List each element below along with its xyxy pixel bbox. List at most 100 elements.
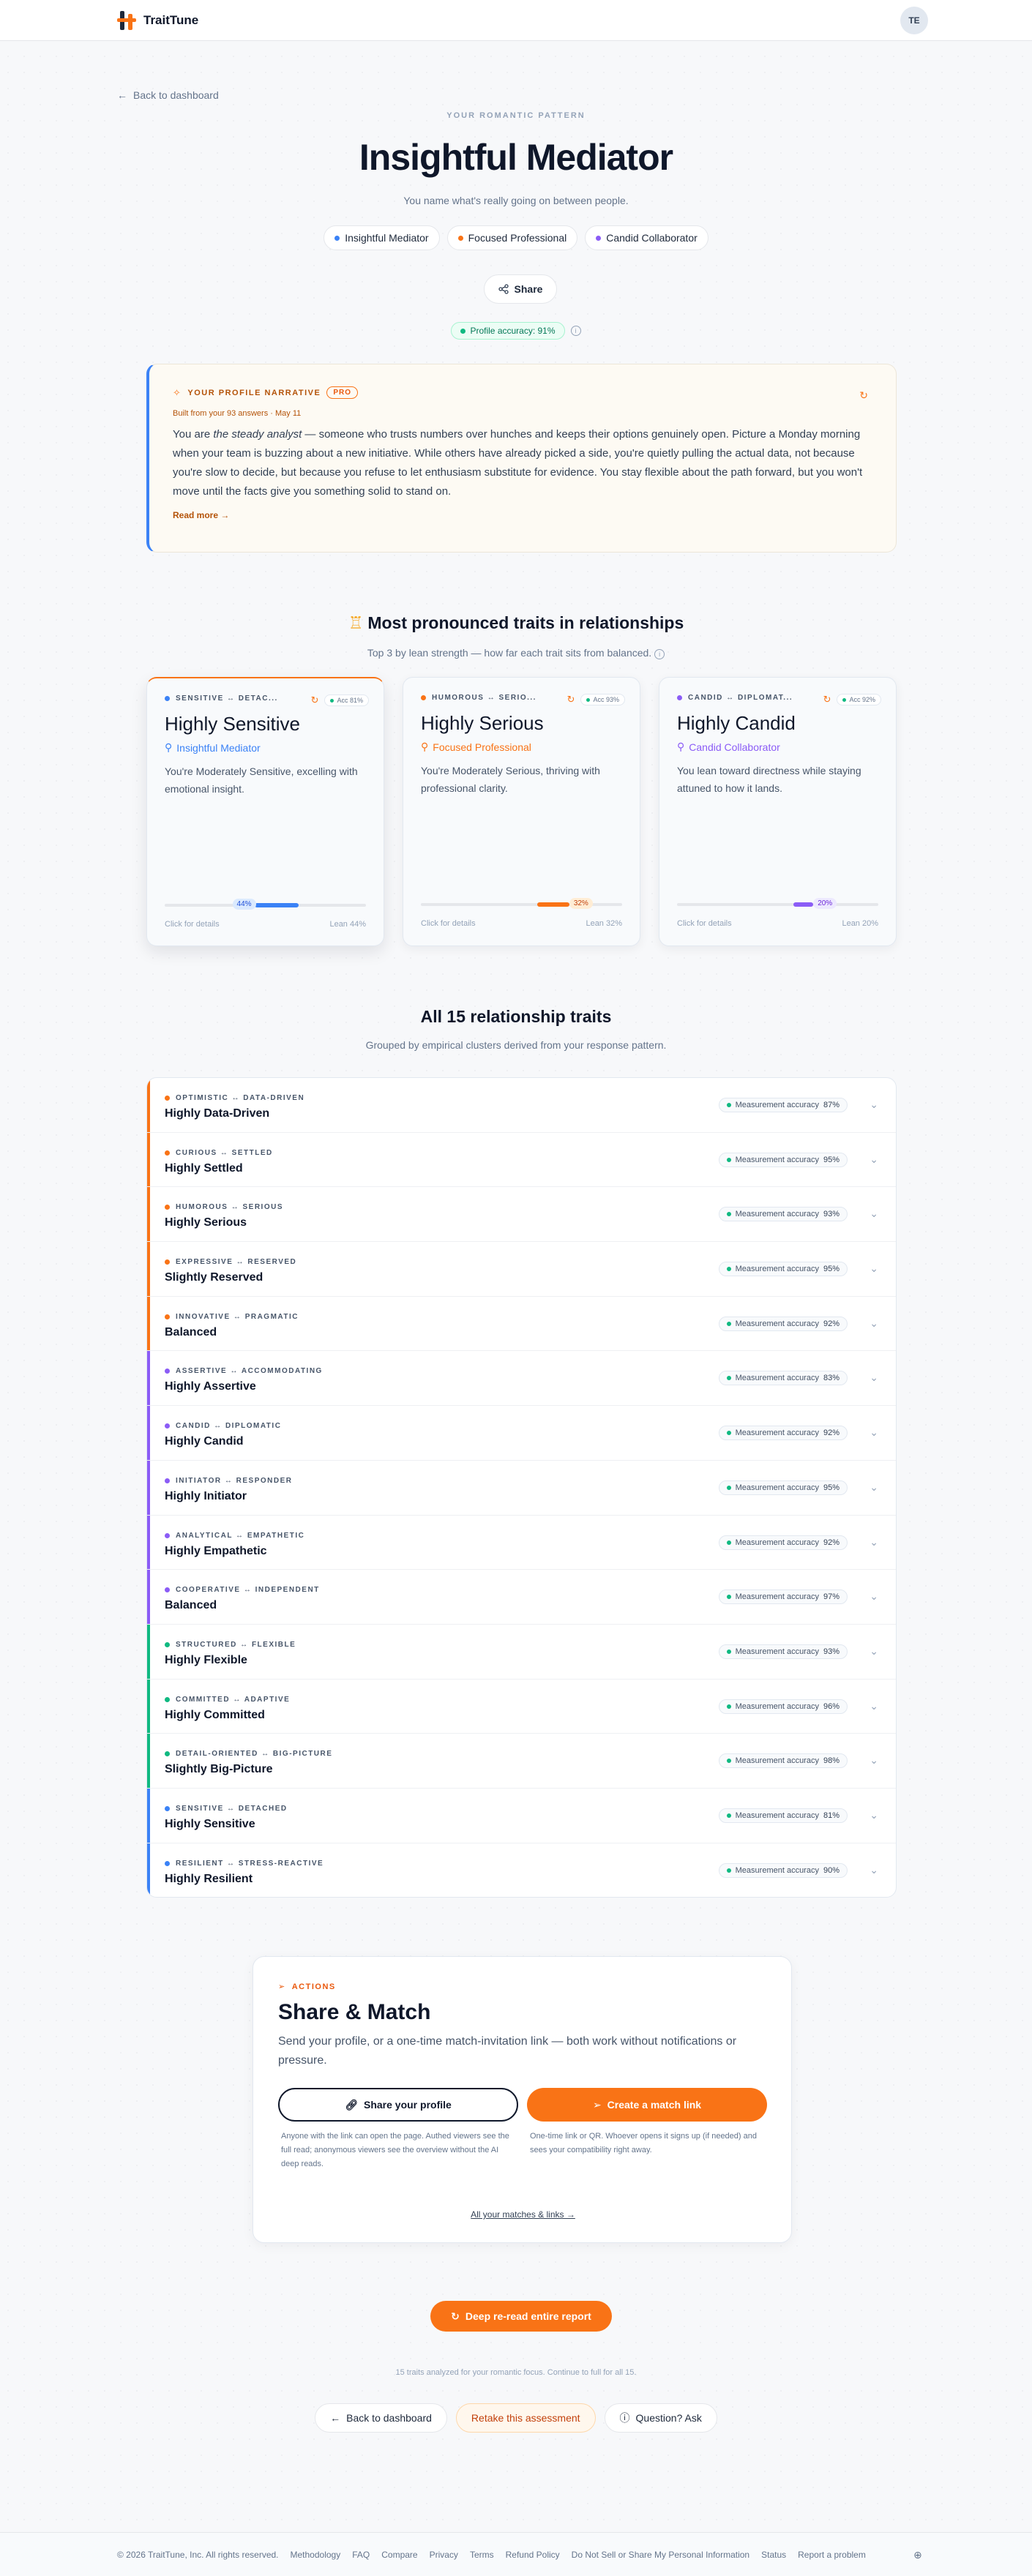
footer-link[interactable]: Refund Policy xyxy=(506,2550,560,2560)
trait-list: OPTIMISTIC ↔ DATA-DRIVEN Highly Data-Driv… xyxy=(146,1077,897,1898)
measurement-accuracy-badge: Measurement accuracy 81% xyxy=(718,1808,848,1823)
trait-level: Highly Serious xyxy=(165,1216,247,1229)
back-to-dashboard-button[interactable]: ← Back to dashboard xyxy=(315,2403,447,2433)
all-traits-title: All 15 relationship traits xyxy=(420,1007,612,1026)
trait-row[interactable]: EXPRESSIVE ↔ RESERVED Slightly Reserved Me… xyxy=(147,1242,896,1297)
footer-link[interactable]: Methodology xyxy=(291,2550,341,2560)
all-traits-subtitle: Grouped by empirical clusters derived fr… xyxy=(365,1039,667,1051)
trait-row[interactable]: OPTIMISTIC ↔ DATA-DRIVEN Highly Data-Driv… xyxy=(147,1078,896,1133)
chevron-down-icon[interactable]: ⌄ xyxy=(870,1317,878,1330)
trait-row[interactable]: HUMOROUS ↔ SERIOUS Highly Serious Measurem… xyxy=(147,1187,896,1243)
trait-row[interactable]: ASSERTIVE ↔ ACCOMMODATING Highly Assertiv… xyxy=(147,1351,896,1407)
refresh-icon[interactable]: ↻ xyxy=(823,694,831,705)
dot-icon xyxy=(165,1314,170,1319)
footer-link[interactable]: FAQ xyxy=(352,2550,370,2560)
user-avatar[interactable]: TE xyxy=(900,7,928,34)
back-link-label: Back to dashboard xyxy=(133,89,219,101)
info-icon[interactable]: i xyxy=(654,649,665,659)
trait-row[interactable]: SENSITIVE ↔ DETACHED Highly Sensitive Meas… xyxy=(147,1788,896,1843)
refresh-icon[interactable]: ↻ xyxy=(311,694,319,706)
chevron-down-icon[interactable]: ⌄ xyxy=(870,1481,878,1494)
create-match-link-button[interactable]: ➢ Create a match link xyxy=(527,2088,767,2122)
chevron-down-icon[interactable]: ⌄ xyxy=(870,1864,878,1876)
status-dot-icon xyxy=(726,1704,731,1709)
ask-question-button[interactable]: ⓘ Question? Ask xyxy=(604,2403,717,2433)
top-navbar: TraitTune TE xyxy=(0,0,1032,41)
type-chip[interactable]: Candid Collaborator xyxy=(585,225,708,250)
send-icon: ➢ xyxy=(592,2098,602,2111)
chevron-down-icon[interactable]: ⌄ xyxy=(870,1700,878,1712)
chevron-down-icon[interactable]: ⌄ xyxy=(870,1536,878,1549)
trait-level: Highly Settled xyxy=(165,1161,243,1175)
chevron-down-icon[interactable]: ⌄ xyxy=(870,1153,878,1166)
trait-row[interactable]: INITIATOR ↔ RESPONDER Highly Initiator Mea… xyxy=(147,1460,896,1516)
trait-row[interactable]: COMMITTED ↔ ADAPTIVE Highly Committed Meas… xyxy=(147,1679,896,1734)
card-meta: ↻ Acc 92% xyxy=(823,694,881,705)
top-trait-card[interactable]: CANDID ↔ DIPLOMAT... ↻ Acc 92% Highly Ca… xyxy=(659,677,897,946)
type-chip[interactable]: Insightful Mediator xyxy=(324,225,440,250)
pro-badge: PRO xyxy=(326,386,358,399)
info-icon[interactable]: i xyxy=(570,326,581,336)
trait-row[interactable]: ANALYTICAL ↔ EMPATHETIC Highly Empathetic… xyxy=(147,1515,896,1570)
trait-pair: SENSITIVE ↔ DETACHED xyxy=(165,1805,288,1813)
lean-bar-label: 32% xyxy=(569,898,593,909)
trait-row[interactable]: STRUCTURED ↔ FLEXIBLE Highly Flexible Meas… xyxy=(147,1624,896,1680)
card-meta: ↻ Acc 81% xyxy=(311,694,369,706)
footer-link[interactable]: Report a problem xyxy=(798,2550,866,2560)
trait-row[interactable]: CURIOUS ↔ SETTLED Highly Settled Measureme… xyxy=(147,1132,896,1188)
chevron-down-icon[interactable]: ⌄ xyxy=(870,1208,878,1220)
read-more-link[interactable]: Read more → xyxy=(173,510,872,520)
dot-icon xyxy=(677,695,682,700)
dot-icon xyxy=(165,1368,170,1374)
globe-icon[interactable]: ⊕ xyxy=(913,2549,922,2561)
all-matches-link[interactable]: All your matches & links → xyxy=(253,2209,793,2220)
top-trait-card[interactable]: SENSITIVE ↔ DETAC... ↻ Acc 81% Highly Se… xyxy=(146,677,384,946)
chevron-down-icon[interactable]: ⌄ xyxy=(870,1809,878,1821)
trait-level: Slightly Reserved xyxy=(165,1271,263,1284)
deep-reread-button[interactable]: ↻ Deep re-read entire report xyxy=(430,2301,612,2332)
footer-link[interactable]: Compare xyxy=(381,2550,417,2560)
measurement-accuracy-badge: Measurement accuracy 95% xyxy=(718,1262,848,1277)
chevron-down-icon[interactable]: ⌄ xyxy=(870,1645,878,1658)
type-chip[interactable]: Focused Professional xyxy=(446,225,578,250)
status-dot-icon xyxy=(726,1813,731,1818)
status-dot-icon xyxy=(726,1321,731,1326)
chevron-down-icon[interactable]: ⌄ xyxy=(870,1371,878,1384)
accuracy-badge: Acc 81% xyxy=(324,694,369,706)
measurement-accuracy-badge: Measurement accuracy 92% xyxy=(718,1316,848,1331)
trait-row[interactable]: RESILIENT ↔ STRESS-REACTIVE Highly Resili… xyxy=(147,1843,896,1897)
narrative-heading-label: YOUR PROFILE NARRATIVE xyxy=(187,388,321,397)
status-dot-icon xyxy=(726,1595,731,1600)
trait-title: Highly Sensitive xyxy=(165,713,300,735)
trait-row[interactable]: DETAIL-ORIENTED ↔ BIG-PICTURE Slightly Bi… xyxy=(147,1734,896,1789)
trait-pair: STRUCTURED ↔ FLEXIBLE xyxy=(165,1641,296,1649)
footer-link[interactable]: Status xyxy=(761,2550,786,2560)
trait-row[interactable]: CANDID ↔ DIPLOMATIC Highly Candid Measurem… xyxy=(147,1406,896,1461)
chevron-down-icon[interactable]: ⌄ xyxy=(870,1426,878,1439)
footer-link[interactable]: Do Not Sell or Share My Personal Informa… xyxy=(572,2550,749,2560)
match-link-note: One-time link or QR. Whoever opens it si… xyxy=(530,2132,757,2154)
link-icon: 🔗︎ xyxy=(345,2098,358,2111)
logo-mark-icon xyxy=(117,10,138,31)
back-to-dashboard-link[interactable]: ← Back to dashboard xyxy=(117,89,219,101)
refresh-icon[interactable]: ↻ xyxy=(567,694,575,705)
measurement-accuracy-badge: Measurement accuracy 93% xyxy=(718,1207,848,1222)
chevron-down-icon[interactable]: ⌄ xyxy=(870,1590,878,1603)
refresh-icon[interactable]: ↻ xyxy=(859,389,868,402)
chevron-down-icon[interactable]: ⌄ xyxy=(870,1098,878,1111)
top-trait-card[interactable]: HUMOROUS ↔ SERIO... ↻ Acc 93% Highly Ser… xyxy=(403,677,640,946)
share-profile-button[interactable]: 🔗︎ Share your profile xyxy=(278,2088,518,2122)
retake-assessment-button[interactable]: Retake this assessment xyxy=(455,2403,596,2433)
page-title: Insightful Mediator xyxy=(359,137,673,178)
share-button[interactable]: Share xyxy=(484,274,557,304)
dot-icon xyxy=(165,1532,170,1538)
footer-link[interactable]: Privacy xyxy=(430,2550,458,2560)
trait-row[interactable]: INNOVATIVE ↔ PRAGMATIC Balanced Measuremen… xyxy=(147,1296,896,1352)
trait-row[interactable]: COOPERATIVE ↔ INDEPENDENT Balanced Measure… xyxy=(147,1570,896,1625)
brand-logo[interactable]: TraitTune xyxy=(117,10,198,31)
card-footer: Click for details Lean 20% xyxy=(677,919,878,928)
chevron-down-icon[interactable]: ⌄ xyxy=(870,1754,878,1767)
trait-level: Highly Sensitive xyxy=(165,1817,255,1830)
footer-link[interactable]: Terms xyxy=(470,2550,494,2560)
chevron-down-icon[interactable]: ⌄ xyxy=(870,1262,878,1275)
